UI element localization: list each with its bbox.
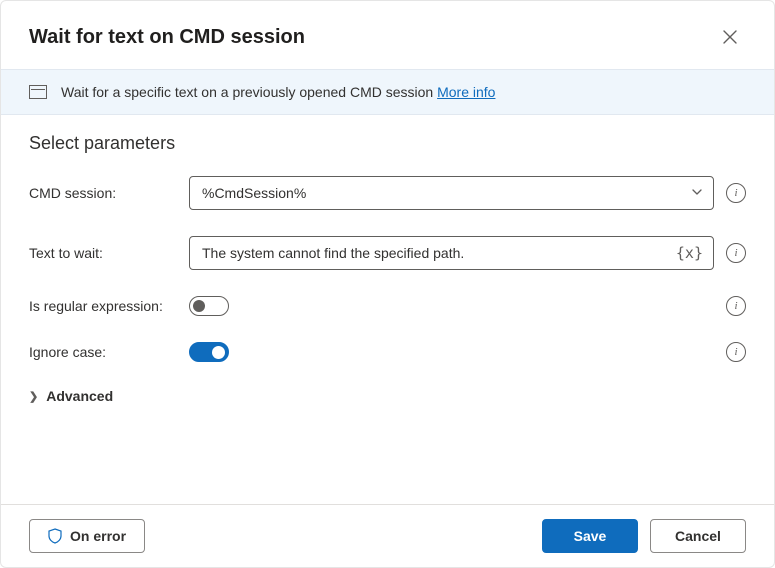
info-icon[interactable]: i (726, 342, 746, 362)
cmd-icon (29, 85, 47, 99)
text-to-wait-input[interactable]: The system cannot find the specified pat… (189, 236, 714, 270)
info-icon[interactable]: i (726, 243, 746, 263)
save-button[interactable]: Save (542, 519, 638, 553)
info-icon[interactable]: i (726, 296, 746, 316)
on-error-label: On error (70, 528, 126, 544)
banner-text: Wait for a specific text on a previously… (61, 84, 437, 100)
ignore-case-toggle[interactable] (189, 342, 229, 362)
field-ignore-case: Ignore case: i (29, 342, 746, 362)
cmd-session-label: CMD session: (29, 185, 189, 201)
field-is-regex: Is regular expression: i (29, 296, 746, 316)
info-icon[interactable]: i (726, 183, 746, 203)
field-text-to-wait: Text to wait: The system cannot find the… (29, 236, 746, 270)
chevron-down-icon (691, 185, 703, 201)
titlebar: Wait for text on CMD session (1, 1, 774, 69)
more-info-link[interactable]: More info (437, 84, 495, 100)
is-regex-label: Is regular expression: (29, 298, 189, 314)
cmd-session-select[interactable]: %CmdSession% (189, 176, 714, 210)
content-area: Select parameters CMD session: %CmdSessi… (1, 115, 774, 504)
cancel-label: Cancel (675, 528, 721, 544)
cancel-button[interactable]: Cancel (650, 519, 746, 553)
shield-icon (48, 528, 62, 544)
field-cmd-session: CMD session: %CmdSession% i (29, 176, 746, 210)
variable-icon[interactable]: {x} (676, 244, 703, 262)
section-title: Select parameters (29, 133, 746, 154)
footer: On error Save Cancel (1, 504, 774, 567)
close-icon (723, 30, 737, 44)
save-label: Save (574, 528, 607, 544)
advanced-label: Advanced (46, 388, 113, 404)
chevron-right-icon: ❯ (29, 390, 38, 403)
on-error-button[interactable]: On error (29, 519, 145, 553)
dialog-title: Wait for text on CMD session (29, 26, 305, 49)
text-to-wait-label: Text to wait: (29, 245, 189, 261)
close-button[interactable] (714, 21, 746, 53)
advanced-expander[interactable]: ❯ Advanced (29, 388, 746, 404)
ignore-case-label: Ignore case: (29, 344, 189, 360)
text-to-wait-value: The system cannot find the specified pat… (202, 245, 464, 261)
is-regex-toggle[interactable] (189, 296, 229, 316)
info-banner: Wait for a specific text on a previously… (1, 69, 774, 115)
cmd-session-value: %CmdSession% (202, 185, 306, 201)
